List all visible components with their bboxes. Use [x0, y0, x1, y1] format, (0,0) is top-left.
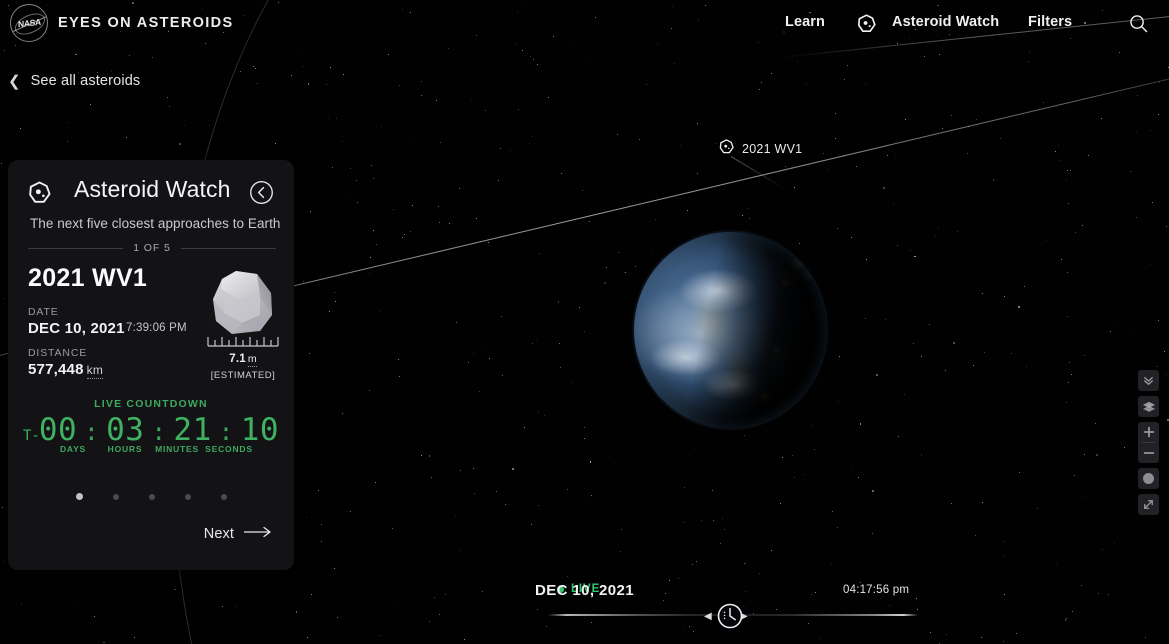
countdown-separator: :	[218, 418, 234, 446]
asteroid-icon	[719, 139, 734, 159]
layers-icon[interactable]	[1138, 396, 1159, 417]
countdown-label-days: DAYS	[59, 444, 87, 454]
target-circle	[1143, 473, 1154, 484]
pagination-dot-4[interactable]	[184, 493, 191, 500]
countdown-separator: :	[84, 418, 100, 446]
map-toolbar	[1138, 370, 1159, 515]
size-number: 7.1	[229, 353, 246, 365]
nav-learn[interactable]: Learn	[785, 14, 825, 30]
pagination-dot-2[interactable]	[112, 493, 119, 500]
scale-ruler-icon	[207, 337, 279, 347]
date-value: DEC 10, 2021	[28, 320, 125, 337]
chevron-left-circle-icon[interactable]	[249, 180, 274, 205]
panel-counter-row: 1 OF 5	[28, 242, 276, 254]
timeline-step-back-icon[interactable]: ◀	[704, 611, 712, 622]
size-unit[interactable]: m	[247, 353, 257, 367]
chevron-left-icon: ❮	[8, 72, 21, 90]
nav-filters[interactable]: Filters	[1028, 14, 1072, 30]
top-header: NASA EYES ON ASTEROIDS Learn Asteroid Wa…	[0, 0, 1169, 46]
timeline-bar: LIVE DEC 10, 2021 04:17:56 pm	[0, 570, 1169, 644]
scene-asteroid-marker[interactable]: 2021 WV1	[719, 139, 802, 159]
panel-header: Asteroid Watch	[8, 160, 294, 218]
countdown-days: 00	[38, 412, 78, 448]
panel-counter-text: 1 OF 5	[133, 242, 171, 254]
nasa-logo[interactable]: NASA	[10, 4, 48, 42]
date-label: DATE	[28, 306, 59, 318]
next-button[interactable]: Next	[204, 525, 272, 543]
see-all-asteroids-label: See all asteroids	[30, 73, 141, 89]
plus-icon[interactable]	[1138, 422, 1159, 442]
timeline-date: DEC 10, 2021	[534, 582, 635, 599]
countdown-hours: 03	[106, 412, 145, 448]
circle-icon[interactable]	[1138, 468, 1159, 489]
distance-number: 577,448	[28, 361, 84, 378]
asteroid-icon	[28, 181, 51, 204]
pagination-dot-1[interactable]	[75, 493, 83, 500]
panel-subtitle: The next five closest approaches to Eart…	[30, 216, 281, 231]
arrow-right-icon	[244, 525, 272, 543]
pagination-dot-3[interactable]	[148, 493, 155, 500]
countdown-prefix: T-	[22, 428, 40, 444]
divider-right	[180, 247, 276, 249]
asteroid-size-value: 7.1 m	[200, 353, 286, 367]
countdown-label-seconds: SECONDS	[205, 444, 253, 454]
countdown-separator: :	[151, 418, 167, 446]
asteroid-watch-panel: Asteroid Watch The next five closest app…	[8, 160, 294, 570]
earth-globe[interactable]	[634, 232, 826, 428]
see-all-asteroids-link[interactable]: ❮ See all asteroids	[8, 73, 140, 89]
expand-arrows-icon[interactable]	[1138, 494, 1159, 515]
scene-asteroid-label: 2021 WV1	[742, 142, 803, 156]
countdown-digits: T- 00 : 03 : 21 : 10	[8, 412, 294, 448]
countdown-title: LIVE COUNTDOWN	[94, 398, 208, 410]
timeline-time: 04:17:56 pm	[843, 584, 910, 596]
countdown-label-minutes: MINUTES	[155, 444, 199, 454]
distance-label: DISTANCE	[28, 347, 88, 359]
app-brand-title: EYES ON ASTEROIDS	[58, 15, 234, 31]
earth-atmosphere-rim	[632, 230, 828, 430]
divider-left	[28, 247, 124, 249]
countdown-minutes: 21	[173, 412, 212, 448]
asteroid-thumbnail: 7.1 m [ESTIMATED]	[200, 265, 286, 385]
distance-value: 577,448 km	[28, 361, 104, 379]
date-time-value: 7:39:06 PM	[126, 322, 187, 334]
countdown-unit-labels: DAYS HOURS MINUTES SECONDS	[8, 444, 294, 454]
asteroid-icon[interactable]	[857, 14, 876, 33]
double-chevron-down-icon[interactable]	[1138, 370, 1159, 391]
asteroid-name: 2021 WV1	[28, 264, 148, 292]
distance-unit[interactable]: km	[86, 363, 104, 379]
asteroid-size-note: [ESTIMATED]	[210, 370, 276, 381]
eyes-on-asteroids-app: 2021 WV1 NASA EYES ON ASTEROIDS Learn As…	[0, 0, 1169, 644]
next-button-label: Next	[203, 526, 234, 542]
zoom-controls	[1138, 422, 1159, 463]
nav-asteroid-watch[interactable]: Asteroid Watch	[892, 14, 999, 30]
clock-icon[interactable]	[715, 601, 745, 631]
countdown-label-hours: HOURS	[107, 444, 143, 454]
panel-title: Asteroid Watch	[74, 176, 231, 202]
pagination-dot-5[interactable]	[220, 493, 227, 500]
minus-icon[interactable]	[1138, 443, 1159, 463]
pagination-dots[interactable]	[8, 493, 294, 500]
search-icon[interactable]	[1128, 13, 1149, 34]
countdown-seconds: 10	[240, 412, 280, 448]
